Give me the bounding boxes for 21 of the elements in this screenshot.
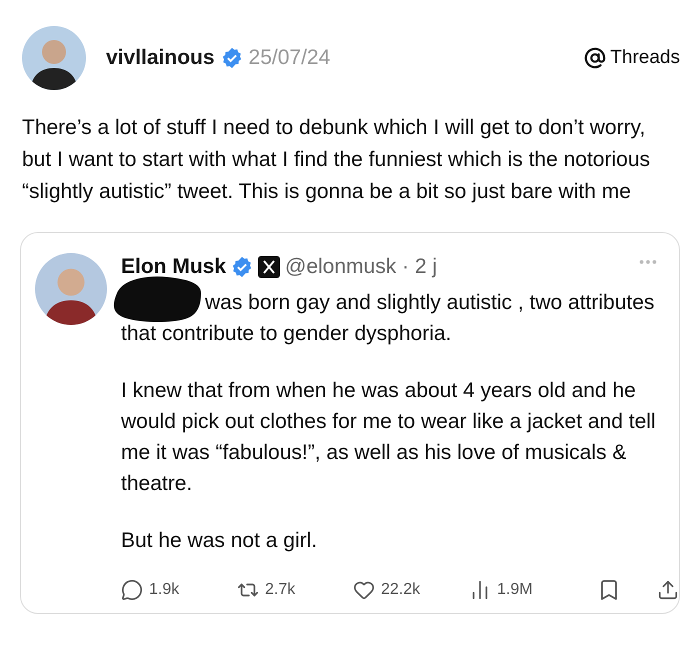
reply-icon[interactable] [121,579,143,601]
post-date: 25/07/24 [248,46,330,70]
tweet-paragraph: was born gay and slightly autistic , two attributes that contribute to gender dysphoria. [121,290,656,347]
author-name[interactable]: vivllainous [106,46,215,70]
verified-icon [220,47,243,69]
stat-count: 22.2k [381,581,420,599]
stat-count: 2.7k [265,581,296,599]
tweet-paragraph: But he was not a girl. [121,528,318,554]
x-logo-icon [258,256,280,278]
at-sign-icon [584,47,606,69]
stat-count: 1.9M [497,581,533,599]
author-name[interactable]: Elon Musk [121,255,226,279]
heart-icon[interactable] [353,579,375,601]
brand-name: Threads [610,47,680,69]
share-icon[interactable] [657,579,679,601]
post-text: There’s a lot of stuff I need to debunk which I will get to don’t worry, but I want to start with what I find the funniest which is the notorious “slightly autistic” tweet. This is gonna be a bit so just bare with me [22,115,652,205]
quoted-post-card[interactable] [20,232,680,614]
tweet-paragraph: I knew that from when he was about 4 years old and he would pick out clothes for me to wear like a jacket and tell me it was “fabulous!”, as well as his love of musicals & theatre. [121,378,657,497]
verified-icon [231,256,254,278]
stat-count: 1.9k [149,581,180,599]
handle-and-time: @elonmusk · 2 j [285,255,438,279]
